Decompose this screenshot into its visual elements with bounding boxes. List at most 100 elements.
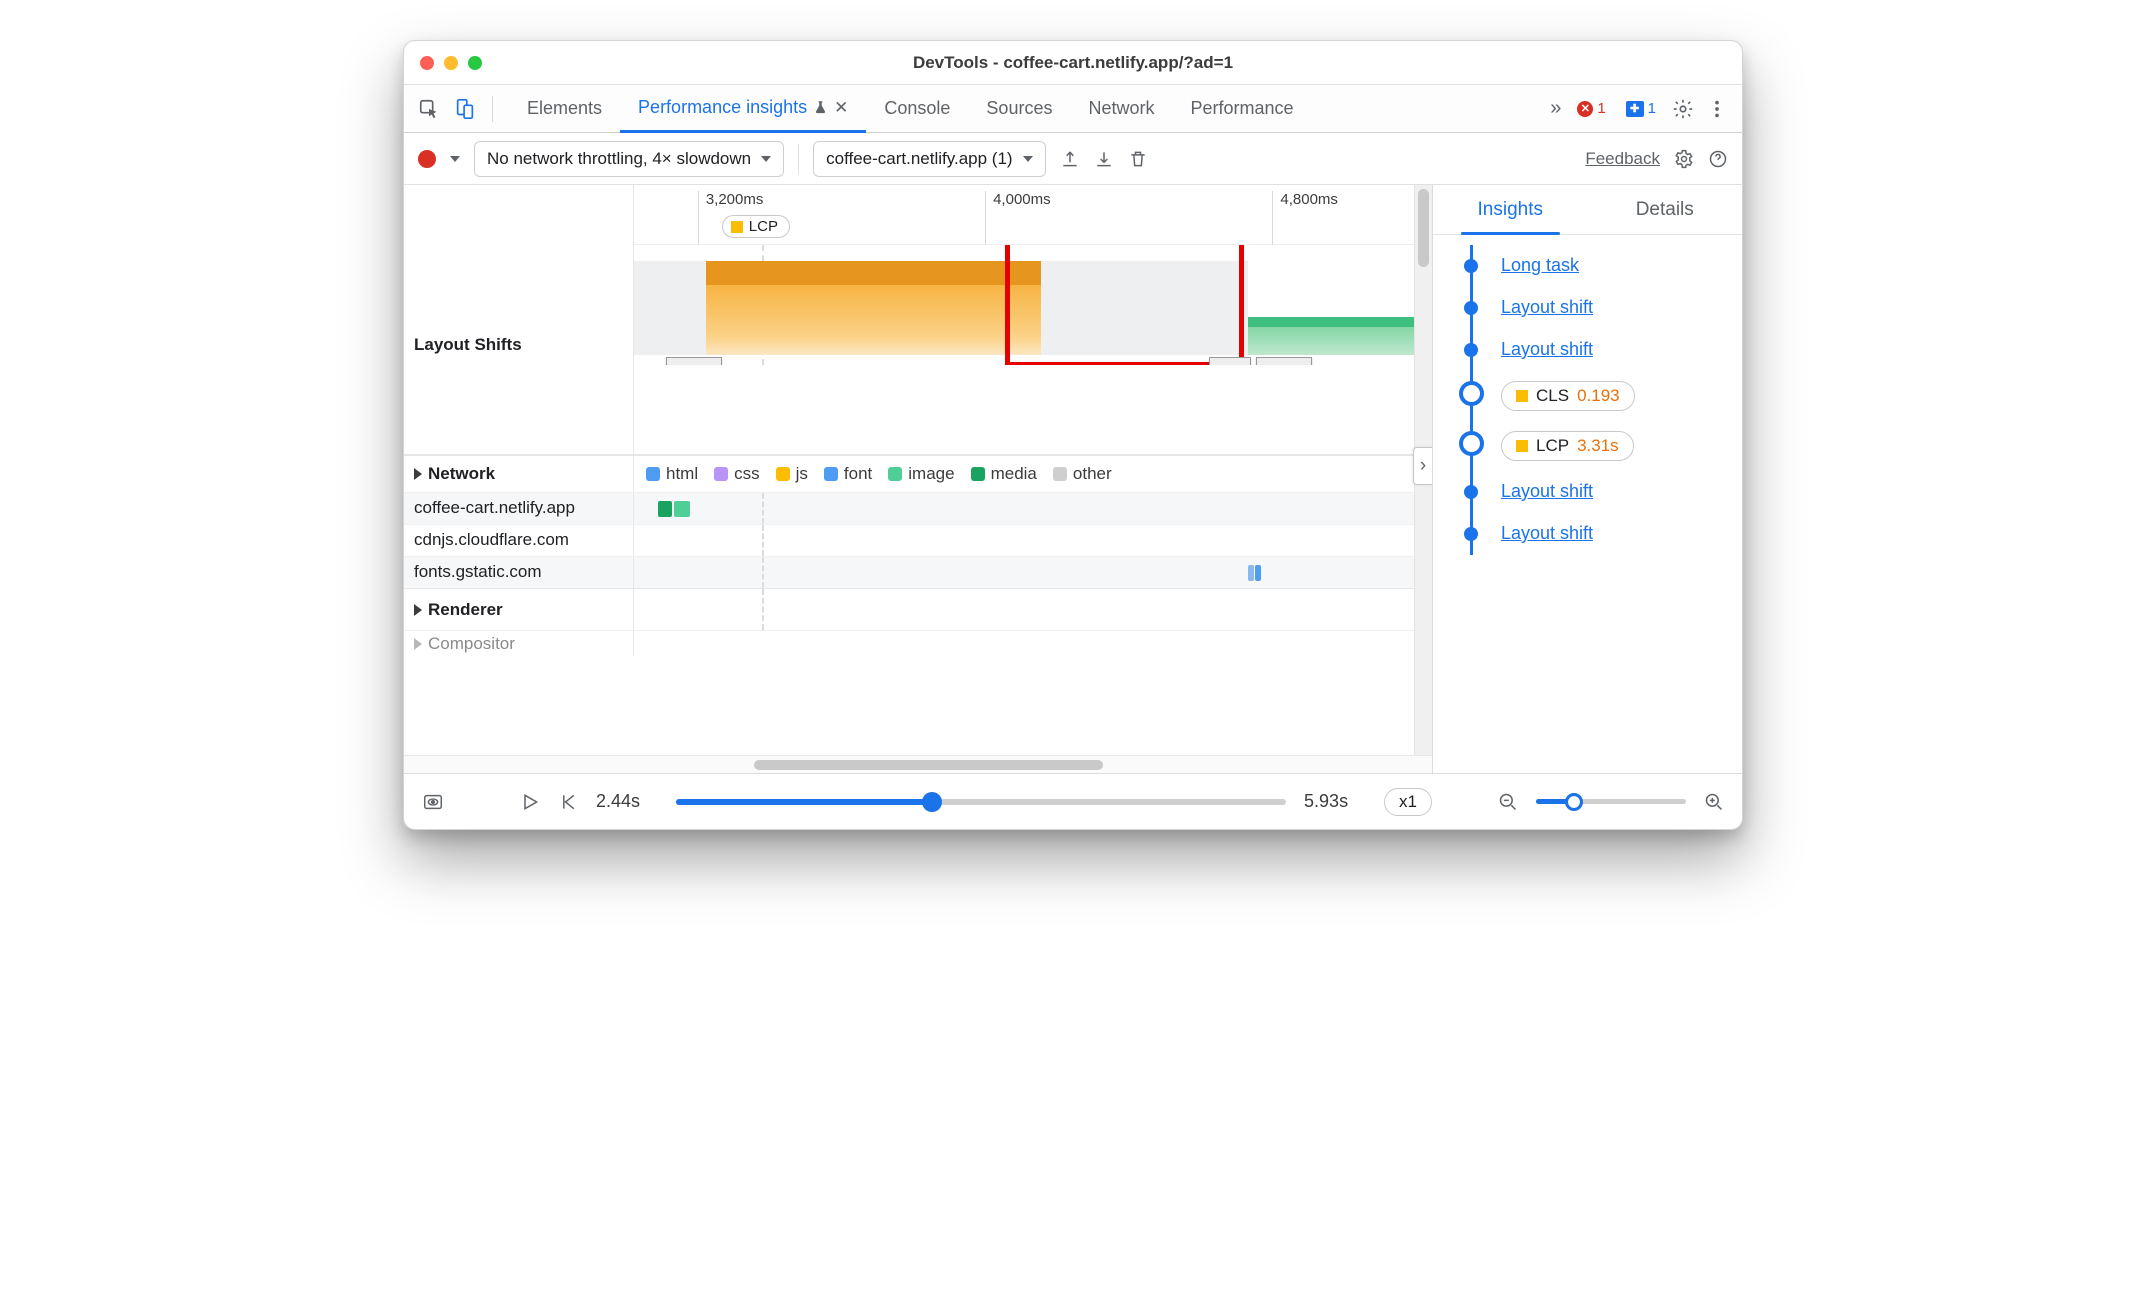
- insight-item[interactable]: Layout shift: [1459, 329, 1734, 371]
- network-row[interactable]: coffee-cart.netlify.app: [404, 492, 1432, 524]
- insights-toolbar: No network throttling, 4× slowdown coffe…: [404, 133, 1742, 185]
- network-row[interactable]: cdnjs.cloudflare.com: [404, 524, 1432, 556]
- legend-label: image: [908, 464, 954, 484]
- row-label-layout-shifts: Layout Shifts: [404, 245, 634, 365]
- separator: [492, 96, 493, 122]
- filmstrip-thumbnail[interactable]: [666, 357, 722, 365]
- zoom-in-icon[interactable]: [1704, 792, 1724, 812]
- error-count-badge[interactable]: ✕1: [1573, 99, 1609, 118]
- insight-item[interactable]: Long task: [1459, 245, 1734, 287]
- minimize-window-icon[interactable]: [444, 56, 458, 70]
- tab-label: Sources: [986, 98, 1052, 119]
- error-count: 1: [1597, 100, 1605, 117]
- playback-speed[interactable]: x1: [1384, 788, 1432, 816]
- metric-name: CLS: [1536, 386, 1569, 406]
- tick-label: 4,800ms: [1280, 191, 1338, 208]
- record-button[interactable]: [418, 150, 436, 168]
- feedback-link[interactable]: Feedback: [1585, 149, 1660, 169]
- tab-label: Network: [1088, 98, 1154, 119]
- tab-network[interactable]: Network: [1070, 85, 1172, 132]
- zoom-slider[interactable]: [1536, 799, 1686, 804]
- import-icon[interactable]: [1094, 149, 1114, 169]
- lcp-chip-label: LCP: [749, 218, 778, 235]
- delete-icon[interactable]: [1128, 149, 1148, 169]
- more-tabs-icon[interactable]: »: [1550, 97, 1561, 120]
- timeline-ruler: 3,200ms 4,000ms 4,800ms LCP: [404, 185, 1432, 245]
- network-section-toggle[interactable]: Network: [404, 456, 634, 492]
- insight-item[interactable]: Layout shift: [1459, 287, 1734, 329]
- record-menu-icon[interactable]: [450, 156, 460, 162]
- network-chunk[interactable]: [1255, 565, 1261, 581]
- insights-panel: Insights Details Long task Layout shift …: [1432, 185, 1742, 773]
- tab-elements[interactable]: Elements: [509, 85, 620, 132]
- zoom-out-icon[interactable]: [1498, 792, 1518, 812]
- settings-gear-icon[interactable]: [1674, 149, 1694, 169]
- devtools-window: DevTools - coffee-cart.netlify.app/?ad=1…: [403, 40, 1743, 830]
- main-content: 3,200ms 4,000ms 4,800ms LCP Layout Shift…: [404, 185, 1742, 773]
- network-row[interactable]: fonts.gstatic.com: [404, 556, 1432, 588]
- insight-item[interactable]: Layout shift: [1459, 513, 1734, 555]
- horizontal-scrollbar[interactable]: [404, 755, 1432, 773]
- device-toggle-icon[interactable]: [454, 98, 476, 120]
- tab-label: Elements: [527, 98, 602, 119]
- timeline-area: 3,200ms 4,000ms 4,800ms LCP Layout Shift…: [404, 185, 1432, 773]
- throttling-dropdown[interactable]: No network throttling, 4× slowdown: [474, 141, 784, 177]
- skip-back-icon[interactable]: [558, 792, 578, 812]
- insight-metric-lcp[interactable]: LCP 3.31s: [1459, 421, 1734, 471]
- time-start: 2.44s: [596, 791, 658, 812]
- play-icon[interactable]: [520, 792, 540, 812]
- tab-performance[interactable]: Performance: [1172, 85, 1311, 132]
- throttling-label: No network throttling, 4× slowdown: [487, 149, 751, 169]
- close-window-icon[interactable]: [420, 56, 434, 70]
- export-icon[interactable]: [1060, 149, 1080, 169]
- tab-console[interactable]: Console: [866, 85, 968, 132]
- message-count: 1: [1648, 100, 1656, 117]
- lcp-marker-chip[interactable]: LCP: [722, 215, 790, 238]
- insight-link[interactable]: Long task: [1501, 255, 1579, 275]
- recording-dropdown[interactable]: coffee-cart.netlify.app (1): [813, 141, 1045, 177]
- gear-icon[interactable]: [1672, 98, 1694, 120]
- tab-label: Performance insights: [638, 97, 807, 118]
- legend-label: media: [991, 464, 1037, 484]
- renderer-section[interactable]: Renderer: [404, 588, 1432, 630]
- kebab-menu-icon[interactable]: [1706, 98, 1728, 120]
- lcp-swatch-icon: [731, 221, 743, 233]
- host-label: fonts.gstatic.com: [404, 557, 634, 588]
- insight-link[interactable]: Layout shift: [1501, 523, 1593, 543]
- message-count-badge[interactable]: ✚1: [1622, 99, 1660, 118]
- panel-tab-label: Details: [1636, 199, 1694, 221]
- close-tab-icon[interactable]: ✕: [834, 98, 848, 118]
- panel-tab-insights[interactable]: Insights: [1433, 185, 1588, 234]
- tab-performance-insights[interactable]: Performance insights ✕: [620, 85, 866, 133]
- maximize-window-icon[interactable]: [468, 56, 482, 70]
- overview-flamegraph[interactable]: [634, 245, 1432, 365]
- panel-tab-details[interactable]: Details: [1588, 185, 1743, 234]
- chevron-down-icon: [761, 156, 771, 162]
- insight-link[interactable]: Layout shift: [1501, 481, 1593, 501]
- metric-name: LCP: [1536, 436, 1569, 456]
- toggle-visibility-icon[interactable]: [422, 791, 444, 813]
- window-titlebar: DevTools - coffee-cart.netlify.app/?ad=1: [404, 41, 1742, 85]
- network-chunk[interactable]: [674, 501, 690, 517]
- separator: [798, 144, 799, 174]
- tick-label: 3,200ms: [706, 191, 764, 208]
- ruler-body[interactable]: 3,200ms 4,000ms 4,800ms LCP: [634, 185, 1432, 245]
- tab-label: Console: [884, 98, 950, 119]
- insight-link[interactable]: Layout shift: [1501, 339, 1593, 359]
- inspect-element-icon[interactable]: [418, 98, 440, 120]
- network-chunk[interactable]: [1248, 565, 1254, 581]
- tab-sources[interactable]: Sources: [968, 85, 1070, 132]
- time-slider[interactable]: [676, 799, 1286, 805]
- insights-trail: Long task Layout shift Layout shift CLS …: [1459, 245, 1734, 555]
- insight-metric-cls[interactable]: CLS 0.193: [1459, 371, 1734, 421]
- help-icon[interactable]: [1708, 149, 1728, 169]
- filmstrip-thumbnail[interactable]: [1209, 357, 1251, 365]
- section-title: Renderer: [428, 600, 503, 620]
- insight-link[interactable]: Layout shift: [1501, 297, 1593, 317]
- filmstrip-thumbnail[interactable]: [1256, 357, 1312, 365]
- network-chunk[interactable]: [658, 501, 672, 517]
- insight-item[interactable]: Layout shift: [1459, 471, 1734, 513]
- compositor-section[interactable]: Compositor: [404, 630, 1432, 656]
- legend-label: html: [666, 464, 698, 484]
- panel-collapse-handle[interactable]: ›: [1413, 447, 1432, 485]
